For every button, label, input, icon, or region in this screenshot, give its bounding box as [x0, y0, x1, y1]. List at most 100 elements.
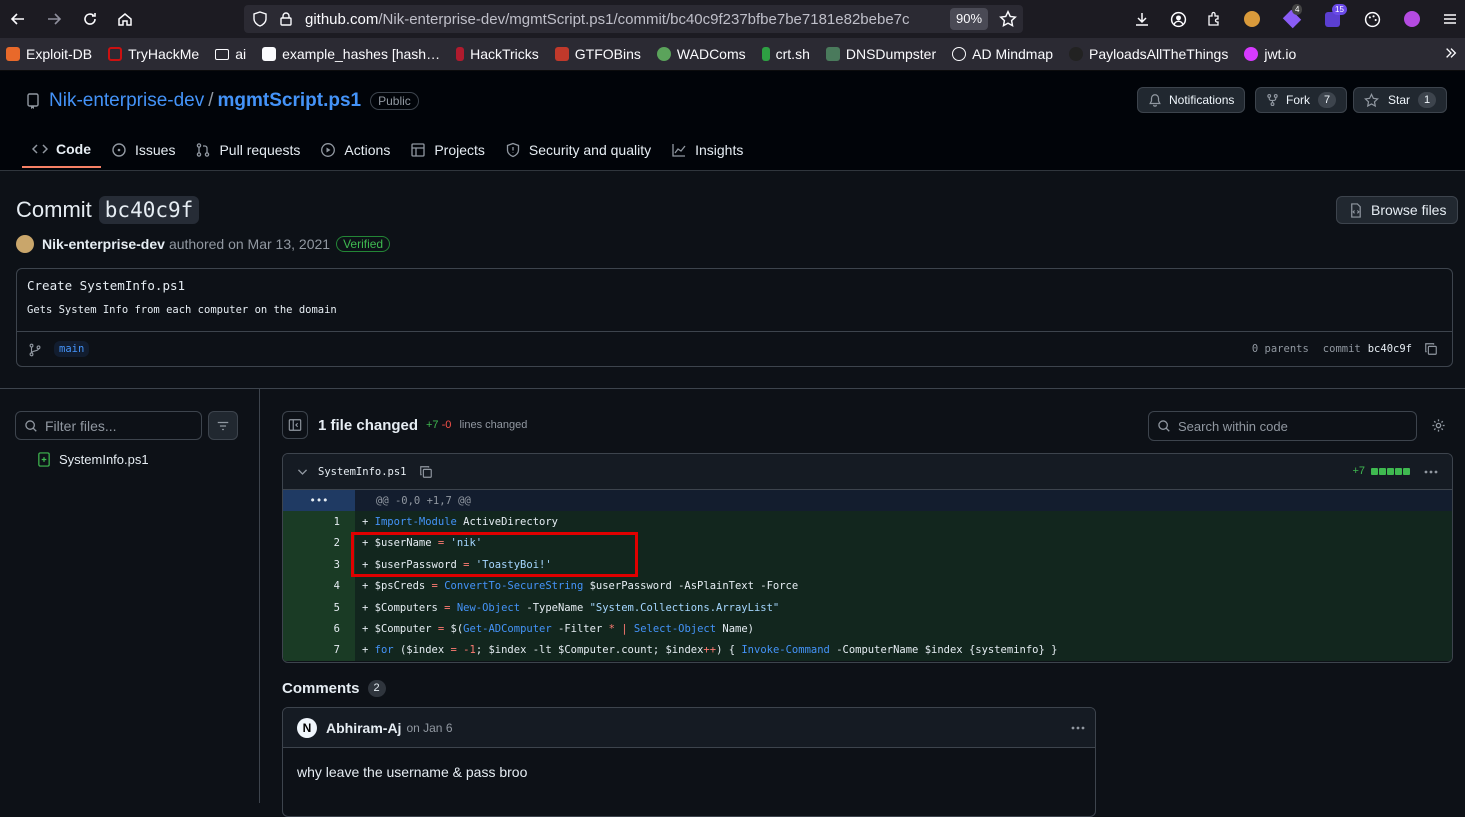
purple-extension-icon[interactable]: 15: [1322, 4, 1347, 29]
avatar[interactable]: [16, 235, 34, 253]
tab-projects[interactable]: Projects: [400, 132, 495, 168]
line-number[interactable]: 5: [283, 596, 355, 619]
tab-code[interactable]: Code: [22, 132, 101, 168]
commit-footer: main 0 parents commit bc40c9f: [17, 331, 1452, 367]
browse-files-button[interactable]: Browse files: [1336, 196, 1459, 224]
issue-icon: [111, 142, 127, 158]
exploit-db-icon: [6, 47, 20, 61]
notifications-button[interactable]: Notifications: [1137, 87, 1246, 113]
avatar[interactable]: N: [297, 717, 317, 738]
bookmark-wadcoms[interactable]: WADComs: [656, 46, 746, 62]
file-tree-panel: Filter files... SystemInfo.ps1: [0, 389, 260, 803]
copy-icon[interactable]: [419, 465, 433, 479]
fork-button[interactable]: Fork 7: [1255, 87, 1348, 113]
kebab-menu-icon[interactable]: [1423, 464, 1439, 480]
line-number[interactable]: 7: [283, 639, 355, 662]
tab-pull-requests[interactable]: Pull requests: [185, 132, 310, 168]
diff-line: 6 + $Computer = $(Get-ADComputer -Filter …: [283, 618, 1452, 640]
lock-icon[interactable]: [278, 11, 294, 27]
bookmark-example-hashes[interactable]: example_hashes [hash…: [262, 46, 440, 62]
commit-description: Gets System Info from each computer on t…: [27, 304, 337, 316]
crt-sh-icon: [761, 47, 770, 61]
kebab-menu-icon[interactable]: [1070, 720, 1086, 736]
repo-icon: [26, 93, 40, 109]
bookmark-exploit-db[interactable]: Exploit-DB: [6, 46, 92, 62]
diff-line: 5 + $Computers = New-Object -TypeName "Sy…: [283, 596, 1452, 619]
url-bar[interactable]: github.com/Nik-enterprise-dev/mgmtScript…: [244, 5, 1023, 33]
menu-icon[interactable]: [1440, 9, 1460, 29]
diffstat-square: [1387, 467, 1394, 475]
line-number[interactable]: 1: [283, 511, 355, 533]
tab-insights[interactable]: Insights: [661, 132, 753, 168]
tab-security[interactable]: Security and quality: [495, 132, 661, 168]
line-number[interactable]: 4: [283, 575, 355, 597]
filter-files-input[interactable]: Filter files...: [15, 411, 202, 440]
chevron-down-icon[interactable]: [296, 465, 309, 478]
bookmark-ad-mindmap[interactable]: AD Mindmap: [952, 46, 1053, 62]
line-code: + $Computers = New-Object -TypeName "Sys…: [362, 601, 780, 614]
repo-header: Nik-enterprise-dev / mgmtScript.ps1 Publ…: [0, 71, 1465, 171]
star-count: 1: [1418, 92, 1437, 108]
bookmark-tryhackme[interactable]: TryHackMe: [108, 46, 199, 62]
url-text[interactable]: github.com/Nik-enterprise-dev/mgmtScript…: [305, 11, 939, 28]
diff-file-name[interactable]: SystemInfo.ps1: [318, 466, 407, 478]
forward-icon[interactable]: [38, 3, 70, 35]
bookmarks-overflow-icon[interactable]: [1444, 46, 1458, 60]
bookmark-dnsdumpster[interactable]: DNSDumpster: [825, 46, 936, 62]
comment-date[interactable]: on Jan 6: [406, 721, 452, 735]
author-link[interactable]: Nik-enterprise-dev: [42, 236, 165, 252]
files-changed-summary: 1 file changed: [318, 417, 419, 434]
verified-badge[interactable]: Verified: [336, 236, 391, 252]
star-button[interactable]: Star 1: [1353, 87, 1448, 113]
hackbar-extension-icon[interactable]: [1402, 9, 1422, 29]
repo-owner-link[interactable]: Nik-enterprise-dev: [49, 90, 204, 112]
bookmark-crt-sh[interactable]: crt.sh: [761, 46, 810, 62]
line-code: + for ($index = -1; $index -lt $Computer…: [362, 644, 1058, 657]
github-icon: [1069, 47, 1084, 61]
extensions-icon[interactable]: [1204, 9, 1224, 29]
file-added-icon: [37, 452, 51, 467]
hunk-header: @@ -0,0 +1,7 @@: [376, 494, 471, 507]
bookmark-star-icon[interactable]: [999, 10, 1017, 28]
home-icon[interactable]: [109, 3, 141, 35]
commit-title: Commit bc40c9f: [16, 196, 200, 224]
cookie-extension-icon[interactable]: [1242, 9, 1262, 29]
zoom-level[interactable]: 90%: [950, 8, 989, 30]
bookmark-hacktricks[interactable]: HackTricks: [456, 46, 539, 62]
hacktricks-icon: [456, 47, 465, 61]
line-number[interactable]: 3: [283, 554, 355, 576]
play-icon: [320, 142, 336, 158]
bookmark-jwt-io[interactable]: jwt.io: [1244, 46, 1296, 62]
bookmark-gtfobins[interactable]: GTFOBins: [554, 46, 641, 62]
copy-icon[interactable]: [1424, 342, 1438, 356]
tab-issues[interactable]: Issues: [101, 132, 185, 168]
line-number[interactable]: 2: [283, 532, 355, 555]
code-icon: [32, 141, 48, 157]
search-code-input[interactable]: Search within code: [1148, 411, 1417, 441]
file-tree-item[interactable]: SystemInfo.ps1: [37, 452, 149, 467]
toggle-sidebar-button[interactable]: [282, 411, 308, 439]
branch-label[interactable]: main: [54, 341, 90, 357]
comment-header: N Abhiram-Aj on Jan 6: [283, 708, 1095, 748]
gear-icon[interactable]: [1431, 418, 1446, 433]
reload-icon[interactable]: [74, 3, 106, 35]
extension-badge: 4: [1292, 4, 1303, 15]
bookmark-payloadsallthethings[interactable]: PayloadsAllTheThings: [1069, 46, 1228, 62]
credentials-highlight-box: [351, 532, 638, 577]
back-icon[interactable]: [2, 3, 34, 35]
palette-extension-icon[interactable]: [1362, 9, 1382, 29]
repo-separator: /: [208, 90, 214, 111]
comment-author[interactable]: Abhiram-Aj: [326, 720, 401, 736]
comment-count: 2: [367, 680, 386, 697]
gtfobins-icon: [554, 47, 569, 61]
downloads-icon[interactable]: [1132, 9, 1152, 29]
expand-hunk-button[interactable]: •••: [283, 490, 355, 512]
account-icon[interactable]: [1168, 9, 1188, 29]
tab-actions[interactable]: Actions: [310, 132, 400, 168]
filter-options-button[interactable]: [208, 411, 238, 440]
shield-icon[interactable]: [252, 11, 268, 27]
line-number[interactable]: 6: [283, 618, 355, 640]
repo-name-link[interactable]: mgmtScript.ps1: [218, 90, 362, 112]
gem-extension-icon[interactable]: 4: [1282, 4, 1303, 29]
bookmark-folder-ai[interactable]: ai: [215, 46, 246, 62]
